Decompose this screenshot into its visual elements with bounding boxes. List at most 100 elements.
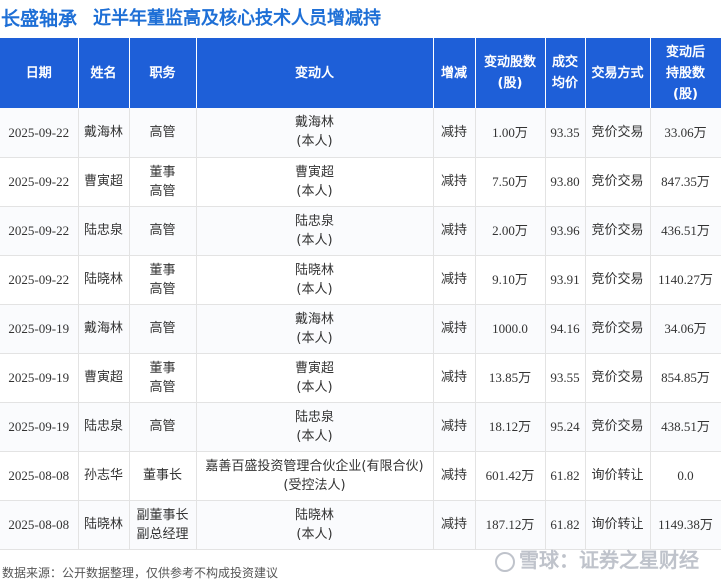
column-header-change: 变动股数 (股) [475, 38, 546, 108]
cell-date: 2025-09-19 [0, 304, 79, 354]
cell-method: 竞价交易 [585, 353, 651, 403]
cell-holding: 854.85万 [650, 353, 721, 403]
footer: 数据来源：公开数据整理，仅供参考不构成投资建议 [0, 561, 721, 581]
table-row: 2025-09-19 陆忠泉 高管 陆忠泉 (本人) 减持 18.12万 95.24 竞价交易 4… [0, 402, 721, 452]
column-header-date: 日期 [0, 38, 79, 108]
cell-holding: 33.06万 [650, 108, 721, 158]
cell-method: 竞价交易 [585, 304, 651, 354]
cell-change: 2.00万 [475, 206, 546, 256]
cell-name: 陆晓林 [78, 255, 130, 305]
cell-holding: 436.51万 [650, 206, 721, 256]
cell-name: 曹寅超 [78, 353, 130, 403]
cell-name: 陆忠泉 [78, 402, 130, 452]
cell-direction: 减持 [433, 157, 476, 207]
cell-method: 竞价交易 [585, 402, 651, 452]
table-row: 2025-09-22 陆晓林 董事 高管 陆晓林 (本人) 减持 9.10万 93.91 竞价交易… [0, 255, 721, 305]
table-row: 2025-09-22 陆忠泉 高管 陆忠泉 (本人) 减持 2.00万 93.96 竞价交易 43… [0, 206, 721, 256]
cell-change: 7.50万 [475, 157, 546, 207]
cell-position: 董事 高管 [129, 255, 197, 305]
cell-holding: 847.35万 [650, 157, 721, 207]
cell-change: 9.10万 [475, 255, 546, 305]
cell-price: 95.24 [545, 402, 586, 452]
cell-method: 竞价交易 [585, 206, 651, 256]
cell-holding: 34.06万 [650, 304, 721, 354]
cell-name: 孙志华 [78, 451, 130, 501]
cell-position: 董事长 [129, 451, 197, 501]
cell-price: 93.96 [545, 206, 586, 256]
cell-changer: 陆忠泉 (本人) [196, 206, 434, 256]
table-row: 2025-09-19 戴海林 高管 戴海林 (本人) 减持 1000.0 94.16 竞价交易 3… [0, 304, 721, 354]
cell-change: 1000.0 [475, 304, 546, 354]
cell-changer: 戴海林 (本人) [196, 108, 434, 158]
cell-date: 2025-09-19 [0, 353, 79, 403]
cell-change: 18.12万 [475, 402, 546, 452]
column-header-direction: 增减 [433, 38, 476, 108]
cell-price: 61.82 [545, 451, 586, 501]
cell-position: 副董事长 副总经理 [129, 500, 197, 550]
cell-position: 高管 [129, 304, 197, 354]
cell-date: 2025-08-08 [0, 500, 79, 550]
cell-holding: 1140.27万 [650, 255, 721, 305]
cell-holding: 0.0 [650, 451, 721, 501]
cell-name: 陆晓林 [78, 500, 130, 550]
cell-changer: 陆晓林 (本人) [196, 500, 434, 550]
cell-date: 2025-09-22 [0, 255, 79, 305]
cell-method: 询价转让 [585, 451, 651, 501]
cell-method: 询价转让 [585, 500, 651, 550]
cell-change: 13.85万 [475, 353, 546, 403]
cell-position: 高管 [129, 206, 197, 256]
cell-position: 高管 [129, 402, 197, 452]
cell-position: 董事 高管 [129, 157, 197, 207]
data-source-note: 数据来源：公开数据整理，仅供参考不构成投资建议 [2, 566, 279, 580]
table-row: 2025-09-22 曹寅超 董事 高管 曹寅超 (本人) 减持 7.50万 93.80 竞价交易… [0, 157, 721, 207]
column-header-holding: 变动后 持股数 (股) [650, 38, 721, 108]
cell-direction: 减持 [433, 108, 476, 158]
cell-holding: 438.51万 [650, 402, 721, 452]
cell-date: 2025-09-22 [0, 157, 79, 207]
cell-direction: 减持 [433, 402, 476, 452]
cell-direction: 减持 [433, 353, 476, 403]
cell-price: 93.55 [545, 353, 586, 403]
column-header-price: 成交 均价 [545, 38, 586, 108]
cell-changer: 戴海林 (本人) [196, 304, 434, 354]
table-header-row: 日期 姓名 职务 变动人 增减 变动股数 (股) 成交 均价 交易方式 变动后 持股数 (股) [0, 38, 721, 108]
cell-position: 高管 [129, 108, 197, 158]
cell-name: 曹寅超 [78, 157, 130, 207]
cell-direction: 减持 [433, 500, 476, 550]
cell-changer: 陆晓林 (本人) [196, 255, 434, 305]
table-row: 2025-09-22 戴海林 高管 戴海林 (本人) 减持 1.00万 93.35 竞价交易 33… [0, 108, 721, 158]
cell-price: 94.16 [545, 304, 586, 354]
page-title: 近半年董监高及核心技术人员增减持 [93, 8, 382, 29]
cell-price: 93.91 [545, 255, 586, 305]
table-row: 2025-08-08 孙志华 董事长 嘉善百盛投资管理合伙企业(有限合伙) (受控法人)… [0, 451, 721, 501]
cell-name: 陆忠泉 [78, 206, 130, 256]
cell-direction: 减持 [433, 451, 476, 501]
cell-change: 1.00万 [475, 108, 546, 158]
cell-price: 61.82 [545, 500, 586, 550]
cell-name: 戴海林 [78, 304, 130, 354]
cell-changer: 陆忠泉 (本人) [196, 402, 434, 452]
column-header-position: 职务 [129, 38, 197, 108]
cell-name: 戴海林 [78, 108, 130, 158]
cell-change: 601.42万 [475, 451, 546, 501]
cell-date: 2025-09-22 [0, 206, 79, 256]
table-row: 2025-09-19 曹寅超 董事 高管 曹寅超 (本人) 减持 13.85万 93.55 竞价交… [0, 353, 721, 403]
cell-direction: 减持 [433, 304, 476, 354]
table-body: 2025-09-22 戴海林 高管 戴海林 (本人) 减持 1.00万 93.35 竞价交易 33… [0, 108, 721, 550]
cell-change: 187.12万 [475, 500, 546, 550]
cell-price: 93.80 [545, 157, 586, 207]
cell-changer: 曹寅超 (本人) [196, 353, 434, 403]
cell-price: 93.35 [545, 108, 586, 158]
cell-holding: 1149.38万 [650, 500, 721, 550]
cell-method: 竞价交易 [585, 255, 651, 305]
cell-method: 竞价交易 [585, 108, 651, 158]
cell-date: 2025-09-19 [0, 402, 79, 452]
column-header-name: 姓名 [78, 38, 130, 108]
title-bar: 长盛轴承 近半年董监高及核心技术人员增减持 [0, 0, 721, 34]
cell-date: 2025-09-22 [0, 108, 79, 158]
company-name: 长盛轴承 [1, 7, 78, 30]
column-header-changer: 变动人 [196, 38, 434, 108]
cell-changer: 嘉善百盛投资管理合伙企业(有限合伙) (受控法人) [196, 451, 434, 501]
cell-direction: 减持 [433, 255, 476, 305]
cell-direction: 减持 [433, 206, 476, 256]
